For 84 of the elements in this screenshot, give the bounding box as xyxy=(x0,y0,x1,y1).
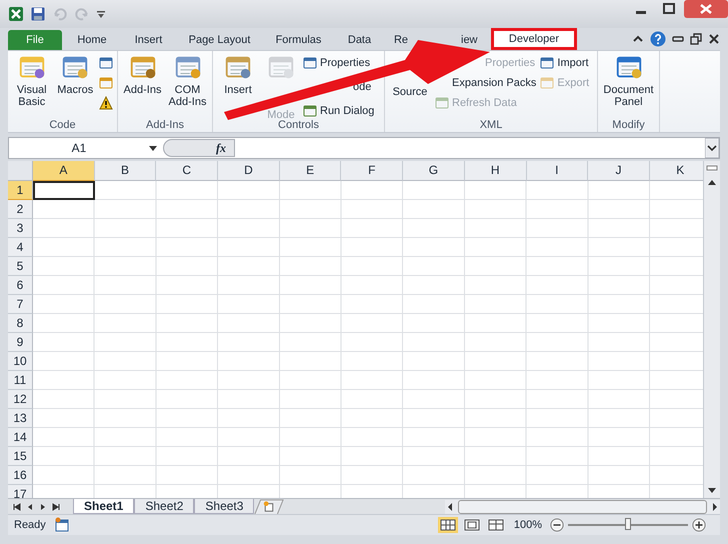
ribbon-tab[interactable]: Developer xyxy=(491,28,577,50)
page-break-view-icon[interactable] xyxy=(486,517,506,533)
button-label[interactable]: Expansion Packs xyxy=(452,77,536,89)
ribbon-tab[interactable]: Formulas xyxy=(264,30,333,50)
button-label[interactable]: Source xyxy=(392,86,428,98)
command-icon[interactable] xyxy=(303,56,317,70)
zoom-in-icon[interactable] xyxy=(692,518,706,532)
column-header[interactable]: F xyxy=(341,161,404,181)
button-label[interactable]: Add-Ins xyxy=(124,84,162,96)
save-icon[interactable] xyxy=(30,6,46,22)
normal-view-icon[interactable] xyxy=(438,517,458,533)
row-header[interactable]: 11 xyxy=(8,371,33,390)
command-icon[interactable] xyxy=(540,56,554,70)
zoom-out-icon[interactable] xyxy=(550,518,564,532)
command-icon[interactable] xyxy=(303,104,317,118)
active-cell[interactable] xyxy=(33,181,95,200)
help-icon[interactable] xyxy=(650,31,666,47)
column-header[interactable]: D xyxy=(218,161,280,181)
ribbon-tab[interactable]: iew xyxy=(461,30,491,50)
customize-menu-icon[interactable] xyxy=(96,9,106,19)
column-header[interactable]: C xyxy=(156,161,218,181)
close-icon[interactable] xyxy=(708,33,720,45)
spreadsheet-logo-icon[interactable] xyxy=(8,6,24,22)
vertical-scrollbar[interactable] xyxy=(703,161,720,498)
group-label: Controls xyxy=(277,119,320,132)
file-tab[interactable]: File xyxy=(8,30,62,50)
record-macro-icon[interactable] xyxy=(54,517,70,533)
button-label[interactable]: COM Add-Ins xyxy=(167,84,208,108)
ribbon-tab[interactable]: Home xyxy=(62,30,122,50)
row-header[interactable]: 3 xyxy=(8,219,33,238)
row-header[interactable]: 6 xyxy=(8,276,33,295)
status-text: Ready xyxy=(14,519,46,531)
button-label[interactable]: Properties xyxy=(320,57,370,69)
group-label: Add-Ins xyxy=(145,119,185,132)
column-header[interactable]: H xyxy=(464,161,526,181)
row-header[interactable]: 5 xyxy=(8,257,33,276)
row-header[interactable]: 16 xyxy=(8,466,33,485)
column-header[interactable]: A xyxy=(33,161,95,181)
button-label[interactable]: Import xyxy=(557,57,589,69)
row-header[interactable]: 14 xyxy=(8,428,33,447)
row-header[interactable]: 1 xyxy=(8,181,33,200)
horizontal-scrollbar[interactable] xyxy=(445,500,720,514)
zoom-level: 100% xyxy=(514,519,542,531)
column-header[interactable]: I xyxy=(526,161,588,181)
row-header[interactable]: 12 xyxy=(8,390,33,409)
warning-icon[interactable] xyxy=(99,96,113,110)
row-header[interactable]: 10 xyxy=(8,352,33,371)
ribbon-tab[interactable]: Re xyxy=(386,30,416,50)
restore-icon[interactable] xyxy=(690,33,702,45)
group-label: Code xyxy=(48,119,77,132)
split-handle-icon[interactable] xyxy=(705,163,719,173)
zoom-slider-thumb[interactable] xyxy=(625,518,631,530)
ribbon-tab[interactable]: Data xyxy=(333,30,386,50)
first-sheet-icon[interactable] xyxy=(12,502,22,512)
button-label[interactable]: Insert xyxy=(224,84,252,96)
row-header[interactable]: 7 xyxy=(8,295,33,314)
row-header[interactable]: 2 xyxy=(8,200,33,219)
button-label[interactable]: Macros xyxy=(57,84,94,96)
ribbon-tab[interactable]: Insert xyxy=(122,30,175,50)
column-header[interactable]: J xyxy=(588,161,650,181)
group-label: Modify xyxy=(611,119,646,132)
new-sheet-icon[interactable] xyxy=(254,499,284,514)
button-label[interactable]: Document Panel xyxy=(602,84,655,108)
page-layout-view-icon[interactable] xyxy=(462,517,482,533)
row-header[interactable]: 9 xyxy=(8,333,33,352)
row-header[interactable]: 17 xyxy=(8,485,33,498)
column-header[interactable]: B xyxy=(94,161,156,181)
last-sheet-icon[interactable] xyxy=(51,502,61,512)
sheet-tab[interactable]: Sheet2 xyxy=(134,499,194,514)
sheet-tab[interactable]: Sheet1 xyxy=(73,499,134,514)
column-header[interactable]: G xyxy=(403,161,465,181)
close-icon[interactable] xyxy=(684,0,728,18)
button-label[interactable]: Visual Basic xyxy=(12,84,52,108)
row-header[interactable]: 15 xyxy=(8,447,33,466)
column-header[interactable]: K xyxy=(650,161,703,181)
group-label: XML xyxy=(478,119,504,132)
command-icon[interactable] xyxy=(99,56,113,70)
row-header[interactable]: 13 xyxy=(8,409,33,428)
button-label[interactable]: Run Dialog xyxy=(320,105,374,117)
ribbon-tab[interactable]: Page Layout xyxy=(175,30,264,50)
button-label[interactable]: ode xyxy=(353,81,372,93)
row-header[interactable]: 8 xyxy=(8,314,33,333)
column-header[interactable]: E xyxy=(280,161,342,181)
row-header[interactable]: 4 xyxy=(8,238,33,257)
